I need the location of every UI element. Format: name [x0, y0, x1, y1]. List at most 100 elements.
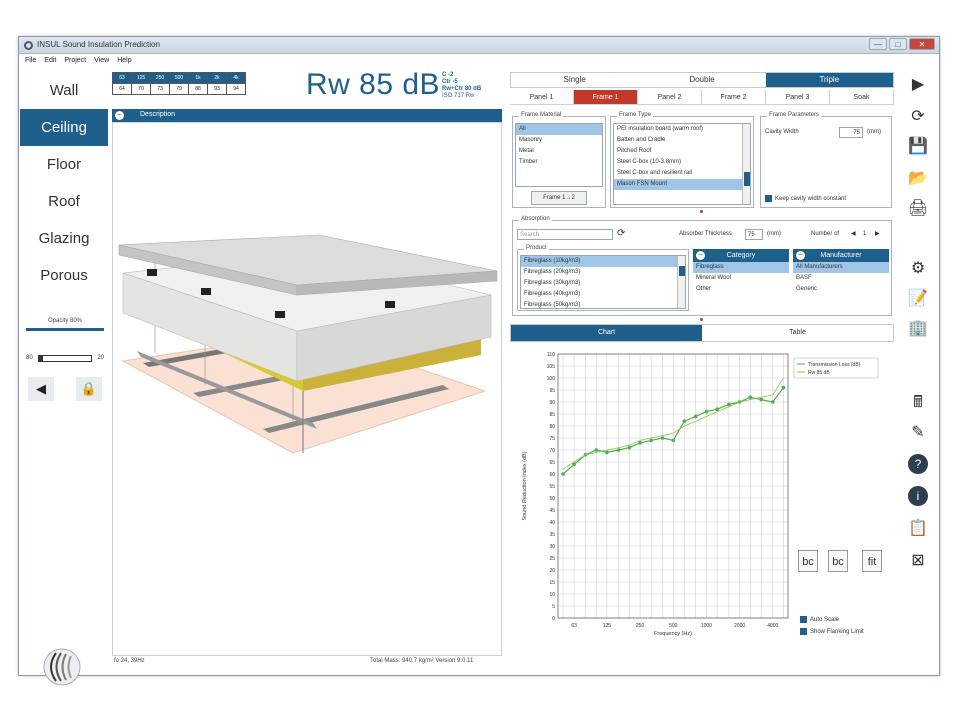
category-item[interactable]: Fibreglass	[693, 262, 789, 273]
manufacturer-list[interactable]: All Manufacturers BASF Generic	[793, 262, 889, 302]
export-icon[interactable]: ⊠	[906, 550, 930, 572]
number-increase-icon[interactable]: ▶	[875, 230, 880, 237]
menu-project[interactable]: Project	[64, 55, 86, 67]
refresh-search-icon[interactable]: ⟳	[617, 228, 625, 239]
cavity-width-input[interactable]: 75	[839, 127, 863, 138]
notes-icon[interactable]: 📝	[906, 288, 930, 310]
info-icon[interactable]: i	[908, 486, 928, 506]
open-folder-icon[interactable]: 📂	[906, 168, 930, 190]
edit-icon[interactable]: ✎	[906, 422, 930, 444]
frame-material-item[interactable]: All	[516, 124, 602, 135]
frame-material-item[interactable]: Masonry	[516, 135, 602, 146]
keep-cavity-checkbox-row[interactable]: Keep cavity width constant	[765, 195, 846, 202]
product-item[interactable]: Fibreglass (40kg/m3)	[521, 289, 685, 300]
lock-icon[interactable]: 🔒	[76, 377, 102, 401]
product-scrollbar[interactable]	[677, 256, 685, 308]
opacity-slider[interactable]	[26, 328, 104, 331]
tab-frame-2[interactable]: Frame 2	[702, 90, 766, 104]
save-icon[interactable]: 💾	[906, 136, 930, 158]
data-point	[693, 414, 698, 419]
building-icon[interactable]: 🏢	[906, 318, 930, 340]
play-icon[interactable]: ▶	[906, 74, 930, 96]
category-list[interactable]: Fibreglass Mineral Wool Other	[693, 262, 789, 302]
refresh-icon[interactable]: ⟳	[906, 106, 930, 128]
manufacturer-item[interactable]: BASF	[793, 273, 889, 284]
frame-type-list[interactable]: PEI insulation board (warm roof) Batten a…	[613, 123, 751, 205]
auto-scale-row[interactable]: Auto Scale	[800, 616, 839, 623]
frame-type-item[interactable]: Steel C-box and resilient rail	[614, 168, 750, 179]
product-item[interactable]: Fibreglass (50kg/m3)	[521, 300, 685, 308]
scrollbar-thumb[interactable]	[744, 172, 750, 186]
clipboard-icon[interactable]: 📋	[906, 518, 930, 540]
calculator-icon[interactable]: 🖩	[906, 392, 930, 414]
frame-type-item[interactable]: Steel C-box (10-3.8mm)	[614, 157, 750, 168]
tab-panel-2[interactable]: Panel 2	[638, 90, 702, 104]
category-item[interactable]: Mineral Wool	[693, 273, 789, 284]
tab-double[interactable]: Double	[638, 73, 765, 87]
product-item[interactable]: Fibreglass (10kg/m3)	[521, 256, 685, 267]
tab-chart[interactable]: Chart	[511, 325, 702, 341]
frame-type-item[interactable]: Pitched Roof	[614, 146, 750, 157]
x-tick-label: 500	[669, 623, 678, 629]
collapse-icon[interactable]: −	[115, 111, 124, 120]
frame-copy-button[interactable]: Frame 1→2	[531, 191, 587, 205]
octave-band-table: 63 125 250 500 1k 2k 4k 64 70 73 79 88 93 94	[112, 72, 246, 95]
print-icon[interactable]: 🖨	[906, 198, 930, 220]
frame-material-list[interactable]: All Masonry Metal Timber	[515, 123, 603, 187]
settings-icon[interactable]: ⚙	[906, 258, 930, 280]
nav-item-porous[interactable]: Porous	[20, 257, 108, 294]
menu-view[interactable]: View	[94, 55, 109, 67]
menu-help[interactable]: Help	[117, 55, 131, 67]
close-button[interactable]: ✕	[909, 38, 935, 50]
keep-cavity-checkbox[interactable]	[765, 195, 772, 202]
nav-item-roof[interactable]: Roof	[20, 183, 108, 220]
frame-type-scrollbar[interactable]	[742, 124, 750, 204]
tab-table[interactable]: Table	[702, 325, 893, 341]
collapse-icon[interactable]: −	[796, 251, 805, 260]
minimize-button[interactable]: —	[869, 38, 887, 50]
chart-fit-button[interactable]: fit	[862, 550, 882, 572]
frame-type-item[interactable]: Batten and Cradle	[614, 135, 750, 146]
scrollbar-thumb[interactable]	[679, 266, 685, 276]
tab-single[interactable]: Single	[511, 73, 638, 87]
maximize-button[interactable]: □	[889, 38, 907, 50]
nav-item-ceiling[interactable]: Ceiling	[20, 109, 108, 146]
volume-slider[interactable]	[38, 355, 92, 362]
product-list[interactable]: Fibreglass (10kg/m3) Fibreglass (20kg/m3)…	[520, 255, 686, 309]
frame-type-item[interactable]: Mason FSN Mount	[614, 179, 750, 190]
tab-panel-1[interactable]: Panel 1	[510, 90, 574, 104]
manufacturer-item[interactable]: All Manufacturers	[793, 262, 889, 273]
category-item[interactable]: Other	[693, 284, 789, 295]
nav-item-glazing[interactable]: Glazing	[20, 220, 108, 257]
frame-material-item[interactable]: Metal	[516, 146, 602, 157]
chart-compare-button[interactable]: bc	[798, 550, 818, 572]
flanking-checkbox[interactable]	[800, 628, 807, 635]
nav-item-floor[interactable]: Floor	[20, 146, 108, 183]
construction-3d-view[interactable]	[112, 122, 502, 656]
tab-frame-1[interactable]: Frame 1	[574, 90, 638, 104]
product-item[interactable]: Fibreglass (30kg/m3)	[521, 278, 685, 289]
tab-soak[interactable]: Soak	[830, 90, 894, 104]
tab-panel-3[interactable]: Panel 3	[766, 90, 830, 104]
nav-item-wall[interactable]: Wall	[20, 72, 108, 109]
frame-type-item[interactable]: PEI insulation board (warm roof)	[614, 124, 750, 135]
sound-reduction-chart[interactable]: 0 5 10 15 20 25 30 35 40 45 50 55 60 65 70 75 80 85 90 95 10…	[510, 346, 894, 662]
flanking-row[interactable]: Show Flanking Limit	[800, 628, 864, 635]
tab-triple[interactable]: Triple	[765, 73, 893, 87]
number-decrease-icon[interactable]: ◀	[851, 230, 856, 237]
speaker-icon[interactable]: ◀	[28, 377, 54, 401]
volume-slider-thumb[interactable]	[39, 356, 43, 361]
help-icon[interactable]: ?	[908, 454, 928, 474]
description-label: Description	[140, 111, 176, 118]
absorber-thickness-input[interactable]: 75	[745, 229, 763, 240]
absorber-search-input[interactable]: Search	[517, 229, 613, 240]
collapse-icon[interactable]: −	[696, 251, 705, 260]
auto-scale-checkbox[interactable]	[800, 616, 807, 623]
menu-edit[interactable]: Edit	[44, 55, 56, 67]
frame-material-item[interactable]: Timber	[516, 157, 602, 168]
chart-compare-button-2[interactable]: bc	[828, 550, 848, 572]
product-item[interactable]: Fibreglass (20kg/m3)	[521, 267, 685, 278]
manufacturer-item[interactable]: Generic	[793, 284, 889, 295]
insul-logo	[43, 648, 81, 686]
menu-file[interactable]: File	[25, 55, 36, 67]
